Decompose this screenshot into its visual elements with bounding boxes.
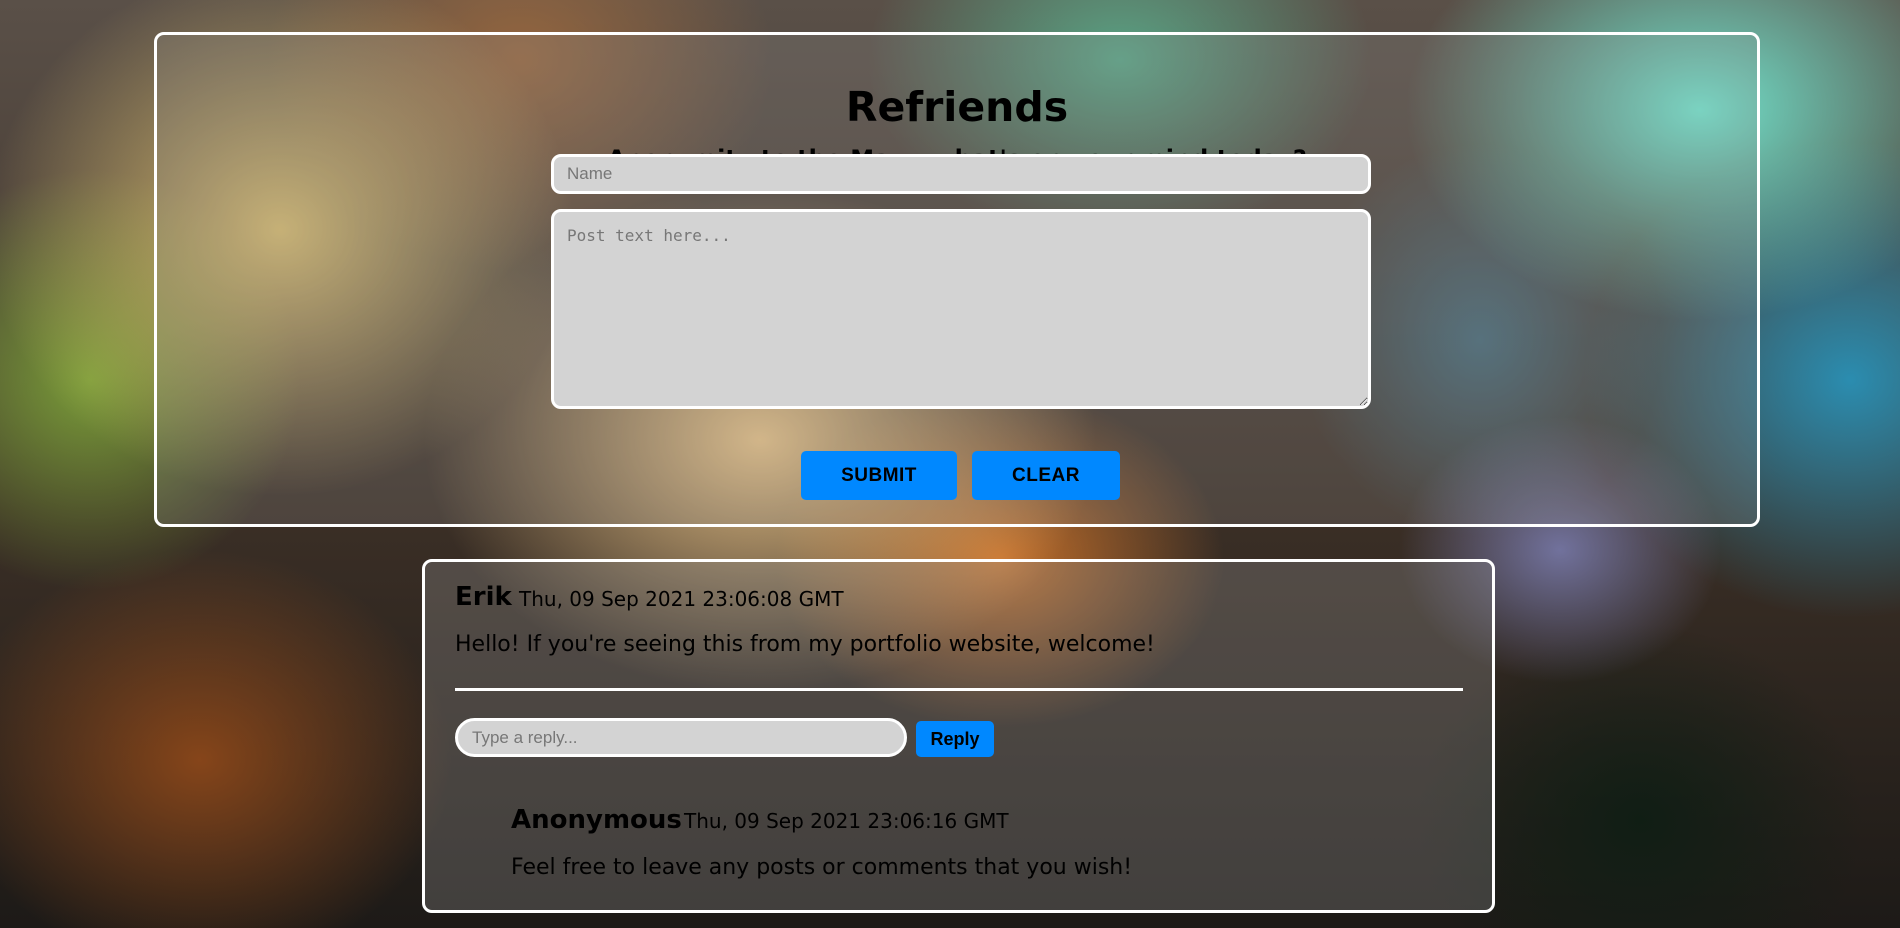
post-timestamp: Thu, 09 Sep 2021 23:06:08 GMT [519,587,844,611]
reply-body: Feel free to leave any posts or comments… [511,855,1133,880]
reply-author: Anonymous [511,805,682,835]
reply-input[interactable] [455,718,907,757]
post-divider [455,688,1463,691]
clear-button[interactable]: CLEAR [972,451,1120,500]
post-text-input[interactable] [551,209,1371,409]
post-author: Erik [455,582,512,612]
site-title: Refriends [845,83,1069,131]
post-card: Erik Thu, 09 Sep 2021 23:06:08 GMT Hello… [422,559,1495,913]
post-form-panel: Refriends Anonymity to the Max - what's … [154,32,1760,527]
post-body: Hello! If you're seeing this from my por… [455,632,1155,657]
submit-button[interactable]: SUBMIT [801,451,957,500]
reply-button[interactable]: Reply [916,721,994,757]
name-input[interactable] [551,154,1371,194]
reply-timestamp: Thu, 09 Sep 2021 23:06:16 GMT [684,809,1009,833]
